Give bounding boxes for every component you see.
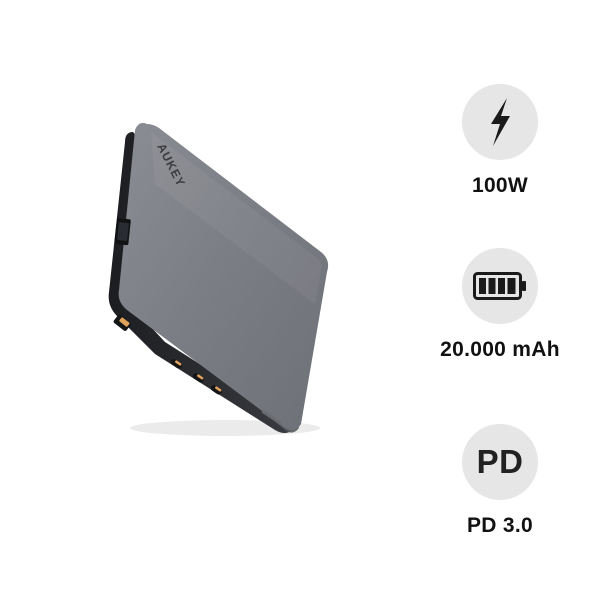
spec-capacity: 20.000 mAh <box>430 248 570 362</box>
spec-power-badge <box>462 84 538 160</box>
spec-power: 100W <box>430 84 570 198</box>
battery-full-icon <box>473 272 526 300</box>
spec-protocol: PD PD 3.0 <box>430 424 570 538</box>
spec-protocol-label: PD 3.0 <box>467 514 533 537</box>
pd-icon-text: PD <box>476 443 524 480</box>
spec-power-label: 100W <box>471 174 529 197</box>
product-card: AUKEY 100W 20.000 mAh PD PD 3.0 <box>0 0 600 600</box>
spec-protocol-badge: PD <box>462 424 538 500</box>
spec-capacity-badge <box>462 248 538 324</box>
power-bank-image: AUKEY <box>108 122 329 436</box>
spec-capacity-label: 20.000 mAh <box>440 338 560 361</box>
lightning-bolt-icon <box>491 98 510 146</box>
